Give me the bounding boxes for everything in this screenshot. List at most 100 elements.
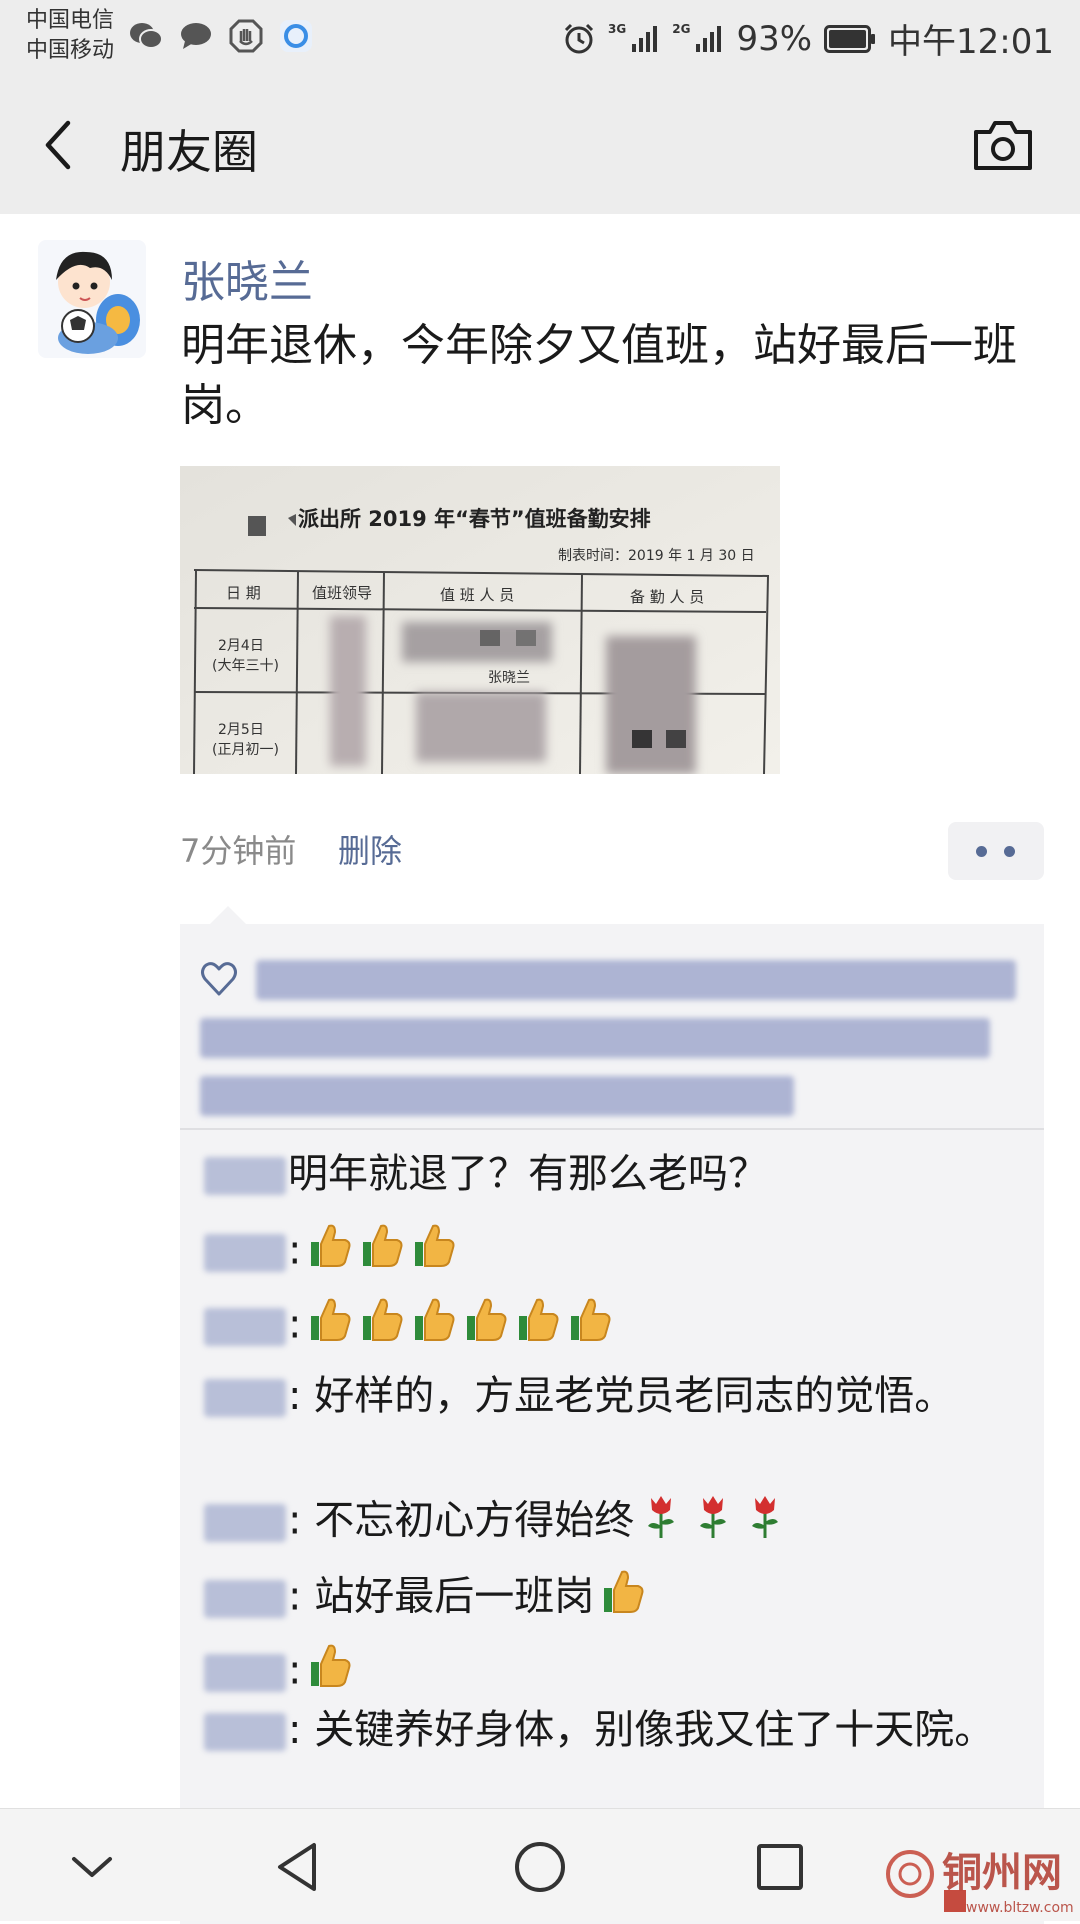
triangle-back-icon <box>278 1843 316 1891</box>
photo-row1-staff: 张晓兰 <box>488 670 530 686</box>
photo-col-staff: 值 班 人 员 <box>440 586 514 604</box>
comment-text: 明年就退了？有那么老吗？ <box>288 1151 768 1197</box>
divider <box>180 1128 1044 1130</box>
commenter-name-blurred[interactable] <box>204 1713 286 1751</box>
commenter-name-blurred[interactable] <box>204 1233 286 1272</box>
back-button[interactable] <box>36 115 86 175</box>
commenter-name-blurred[interactable] <box>204 1157 286 1195</box>
commenter-name-blurred[interactable] <box>204 1503 286 1542</box>
comment-row[interactable]: : 好样的，方显老党员老同志的觉悟。 <box>204 1368 1024 1424</box>
thumbs-up-icon <box>596 1566 646 1631</box>
rose-icon <box>636 1490 686 1555</box>
delete-link[interactable]: 删除 <box>338 826 402 872</box>
network-type-1: 3G <box>608 21 627 36</box>
alarm-icon <box>564 23 594 53</box>
avatar[interactable] <box>38 240 146 358</box>
carrier-1: 中国电信 <box>26 8 115 33</box>
thumbs-up-icon <box>303 1220 353 1285</box>
photo-date-line: 制表时间：2019 年 1 月 30 日 <box>558 548 755 564</box>
rose-icon <box>740 1490 790 1555</box>
thumbs-up-icon <box>511 1294 561 1359</box>
thumbs-up-icon <box>303 1294 353 1359</box>
commenter-name-blurred[interactable] <box>204 1579 286 1618</box>
comment-text: : 站好最后一班岗 <box>288 1573 595 1620</box>
post-text: 明年退休，今年除夕又值班，站好最后一班岗。 <box>181 320 1017 431</box>
watermark-url: www.bltzw.com <box>966 1900 1074 1916</box>
nav-back-button[interactable] <box>270 1839 330 1895</box>
commenter-name-blurred[interactable] <box>204 1307 286 1346</box>
liker-names-blurred <box>200 1018 990 1058</box>
app-icon <box>278 18 314 54</box>
comment-row[interactable]: : 关键养好身体，别像我又住了十天院。 <box>204 1702 1024 1758</box>
battery-percent: 93% <box>736 18 813 59</box>
chevron-down-icon <box>72 1857 112 1877</box>
post-photo[interactable]: 派出所 2019 年“春节”值班备勤安排 制表时间：2019 年 1 月 30 … <box>180 466 780 774</box>
thumbs-up-icon <box>355 1220 405 1285</box>
comment-row[interactable]: : 站好最后一班岗 <box>204 1566 1024 1631</box>
notification-icons <box>128 18 314 54</box>
status-bar: 中国电信 中国移动 3G 2G 93% 中午12:01 <box>0 0 1080 80</box>
comment-row[interactable]: 明年就退了？有那么老吗？ <box>204 1146 1024 1202</box>
liker-names-blurred <box>200 1076 794 1116</box>
post-author[interactable]: 张晓兰 <box>181 246 313 310</box>
circle-home-icon <box>515 1842 565 1892</box>
nav-home-button[interactable] <box>510 1839 570 1895</box>
hand-shield-icon <box>228 18 264 54</box>
comment-text: : <box>288 1227 302 1274</box>
camera-button[interactable] <box>972 118 1034 172</box>
comment-text: : 不忘初心方得始终 <box>288 1497 635 1544</box>
thumbs-up-icon <box>303 1640 353 1705</box>
comment-text: : <box>288 1647 302 1694</box>
liker-names-blurred <box>256 960 1016 1000</box>
carrier-2: 中国移动 <box>26 38 115 63</box>
thumbs-up-icon <box>355 1294 405 1359</box>
square-recents-icon <box>757 1844 803 1890</box>
duty-schedule-photo: 派出所 2019 年“春节”值班备勤安排 制表时间：2019 年 1 月 30 … <box>180 466 780 774</box>
wechat-icon <box>128 18 164 54</box>
photo-heading: 派出所 2019 年“春节”值班备勤安排 <box>298 507 651 531</box>
comment-row[interactable]: : <box>204 1294 1024 1359</box>
commenter-name-blurred[interactable] <box>204 1379 286 1417</box>
cartoon-avatar-icon <box>56 251 140 354</box>
comment-text: : 关键养好身体，别像我又住了十天院。 <box>288 1707 995 1753</box>
thumbs-up-icon <box>563 1294 613 1359</box>
carrier-labels: 中国电信 中国移动 <box>26 6 114 66</box>
page-title: 朋友圈 <box>120 125 258 179</box>
photo-row2-date: 2月5日 <box>218 722 264 738</box>
rose-icon <box>688 1490 738 1555</box>
thumbs-up-icon <box>407 1294 457 1359</box>
likes-list <box>200 950 1024 1132</box>
signal-icon <box>632 25 658 52</box>
network-type-2: 2G <box>672 21 691 36</box>
collapse-nav-button[interactable] <box>62 1839 122 1895</box>
photo-col-leader: 值班领导 <box>312 584 372 602</box>
top-nav-bar: 朋友圈 <box>0 80 1080 214</box>
heart-icon <box>201 962 237 996</box>
battery-icon <box>824 24 876 53</box>
photo-col-backup: 备 勤 人 员 <box>630 588 704 606</box>
photo-row2-sub: (正月初一) <box>212 741 279 758</box>
photo-row1-date: 2月4日 <box>218 638 264 654</box>
more-dot-icon <box>976 846 987 857</box>
watermark-logo: 铜州网 www.bltzw.com <box>886 1849 1074 1916</box>
more-dot-icon <box>1004 846 1015 857</box>
interaction-box: 明年就退了？有那么老吗？ : : : 好样的，方显老党员老同志的觉悟。 : 不忘… <box>180 924 1044 1924</box>
signal-icon <box>696 25 722 52</box>
thumbs-up-icon <box>407 1220 457 1285</box>
photo-row1-sub: (大年三十) <box>212 658 279 674</box>
comment-text: : <box>288 1301 302 1348</box>
site-watermark: 铜州网 www.bltzw.com <box>884 1826 1080 1920</box>
nav-recents-button[interactable] <box>750 1839 810 1895</box>
comment-row[interactable]: : <box>204 1640 1024 1705</box>
clock: 中午12:01 <box>888 22 1054 62</box>
thumbs-up-icon <box>459 1294 509 1359</box>
photo-col-date: 日 期 <box>226 584 261 602</box>
comment-row[interactable]: : 不忘初心方得始终 <box>204 1490 1024 1555</box>
commenter-name-blurred[interactable] <box>204 1653 286 1692</box>
camera-icon <box>974 121 1032 170</box>
more-actions-button[interactable] <box>948 822 1044 880</box>
post-time: 7分钟前 <box>180 832 297 870</box>
comment-row[interactable]: : <box>204 1220 1024 1285</box>
message-icon <box>178 18 214 54</box>
comment-text: : 好样的，方显老党员老同志的觉悟。 <box>288 1373 955 1419</box>
